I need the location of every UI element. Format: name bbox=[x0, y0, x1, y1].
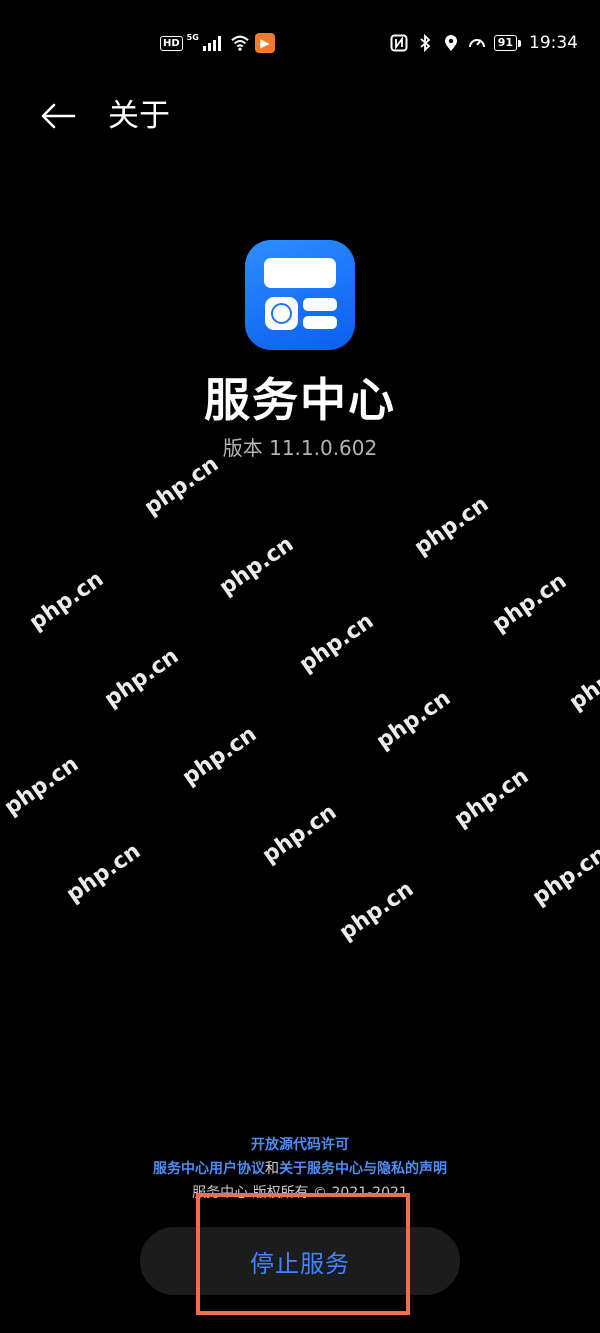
watermark: php.cn bbox=[565, 646, 600, 716]
watermark: php.cn bbox=[140, 451, 224, 521]
speed-icon bbox=[468, 39, 485, 48]
user-agreement-link[interactable]: 服务中心用户协议 bbox=[153, 1161, 265, 1177]
copyright-text: 服务中心 版权所有 © 2021-2021 bbox=[192, 1185, 408, 1201]
location-icon bbox=[444, 35, 457, 51]
legal-links-row: 服务中心用户协议和关于服务中心与隐私的声明 bbox=[0, 1158, 600, 1178]
watermark: php.cn bbox=[178, 721, 262, 791]
app-name: 服务中心 bbox=[204, 373, 396, 427]
bluetooth-icon bbox=[420, 34, 431, 52]
signal-icon bbox=[202, 35, 221, 51]
watermark: php.cn bbox=[372, 685, 456, 755]
open-source-license-link[interactable]: 开放源代码许可 bbox=[0, 1134, 600, 1154]
clock: 19:34 bbox=[529, 33, 578, 53]
nfc-icon bbox=[390, 34, 408, 52]
about-screen: HD 5G ▶ 91 19:34 关于 服务中心 版本 11.1.0.602 p… bbox=[0, 0, 600, 1333]
page-title: 关于 bbox=[108, 98, 170, 134]
watermark: php.cn bbox=[410, 491, 494, 561]
watermark: php.cn bbox=[335, 876, 419, 946]
watermark: php.cn bbox=[25, 566, 109, 636]
watermark: php.cn bbox=[488, 568, 572, 638]
status-left: HD 5G ▶ bbox=[160, 33, 275, 53]
network-type: 5G bbox=[186, 32, 199, 42]
watermark: php.cn bbox=[528, 841, 600, 911]
watermark: php.cn bbox=[258, 799, 342, 869]
wifi-icon bbox=[231, 35, 249, 51]
and-text: 和 bbox=[265, 1161, 279, 1177]
privacy-statement-link[interactable]: 关于服务中心与隐私的声明 bbox=[279, 1161, 447, 1177]
service-center-icon bbox=[245, 240, 355, 350]
watermark: php.cn bbox=[100, 643, 184, 713]
stop-service-button[interactable]: 停止服务 bbox=[140, 1227, 460, 1295]
back-button[interactable] bbox=[40, 96, 80, 136]
status-bar: HD 5G ▶ 91 19:34 bbox=[0, 30, 600, 60]
watermark: php.cn bbox=[450, 763, 534, 833]
watermark: php.cn bbox=[62, 838, 146, 908]
app-version: 版本 11.1.0.602 bbox=[222, 436, 378, 460]
status-right: 91 19:34 bbox=[390, 33, 578, 53]
watermark: php.cn bbox=[0, 751, 84, 821]
watermark: php.cn bbox=[215, 531, 299, 601]
battery-indicator: 91 bbox=[493, 35, 522, 51]
back-arrow-icon bbox=[41, 103, 76, 129]
hd-indicator: HD bbox=[160, 35, 183, 51]
watermark: php.cn bbox=[295, 608, 379, 678]
play-icon: ▶ bbox=[254, 33, 275, 53]
